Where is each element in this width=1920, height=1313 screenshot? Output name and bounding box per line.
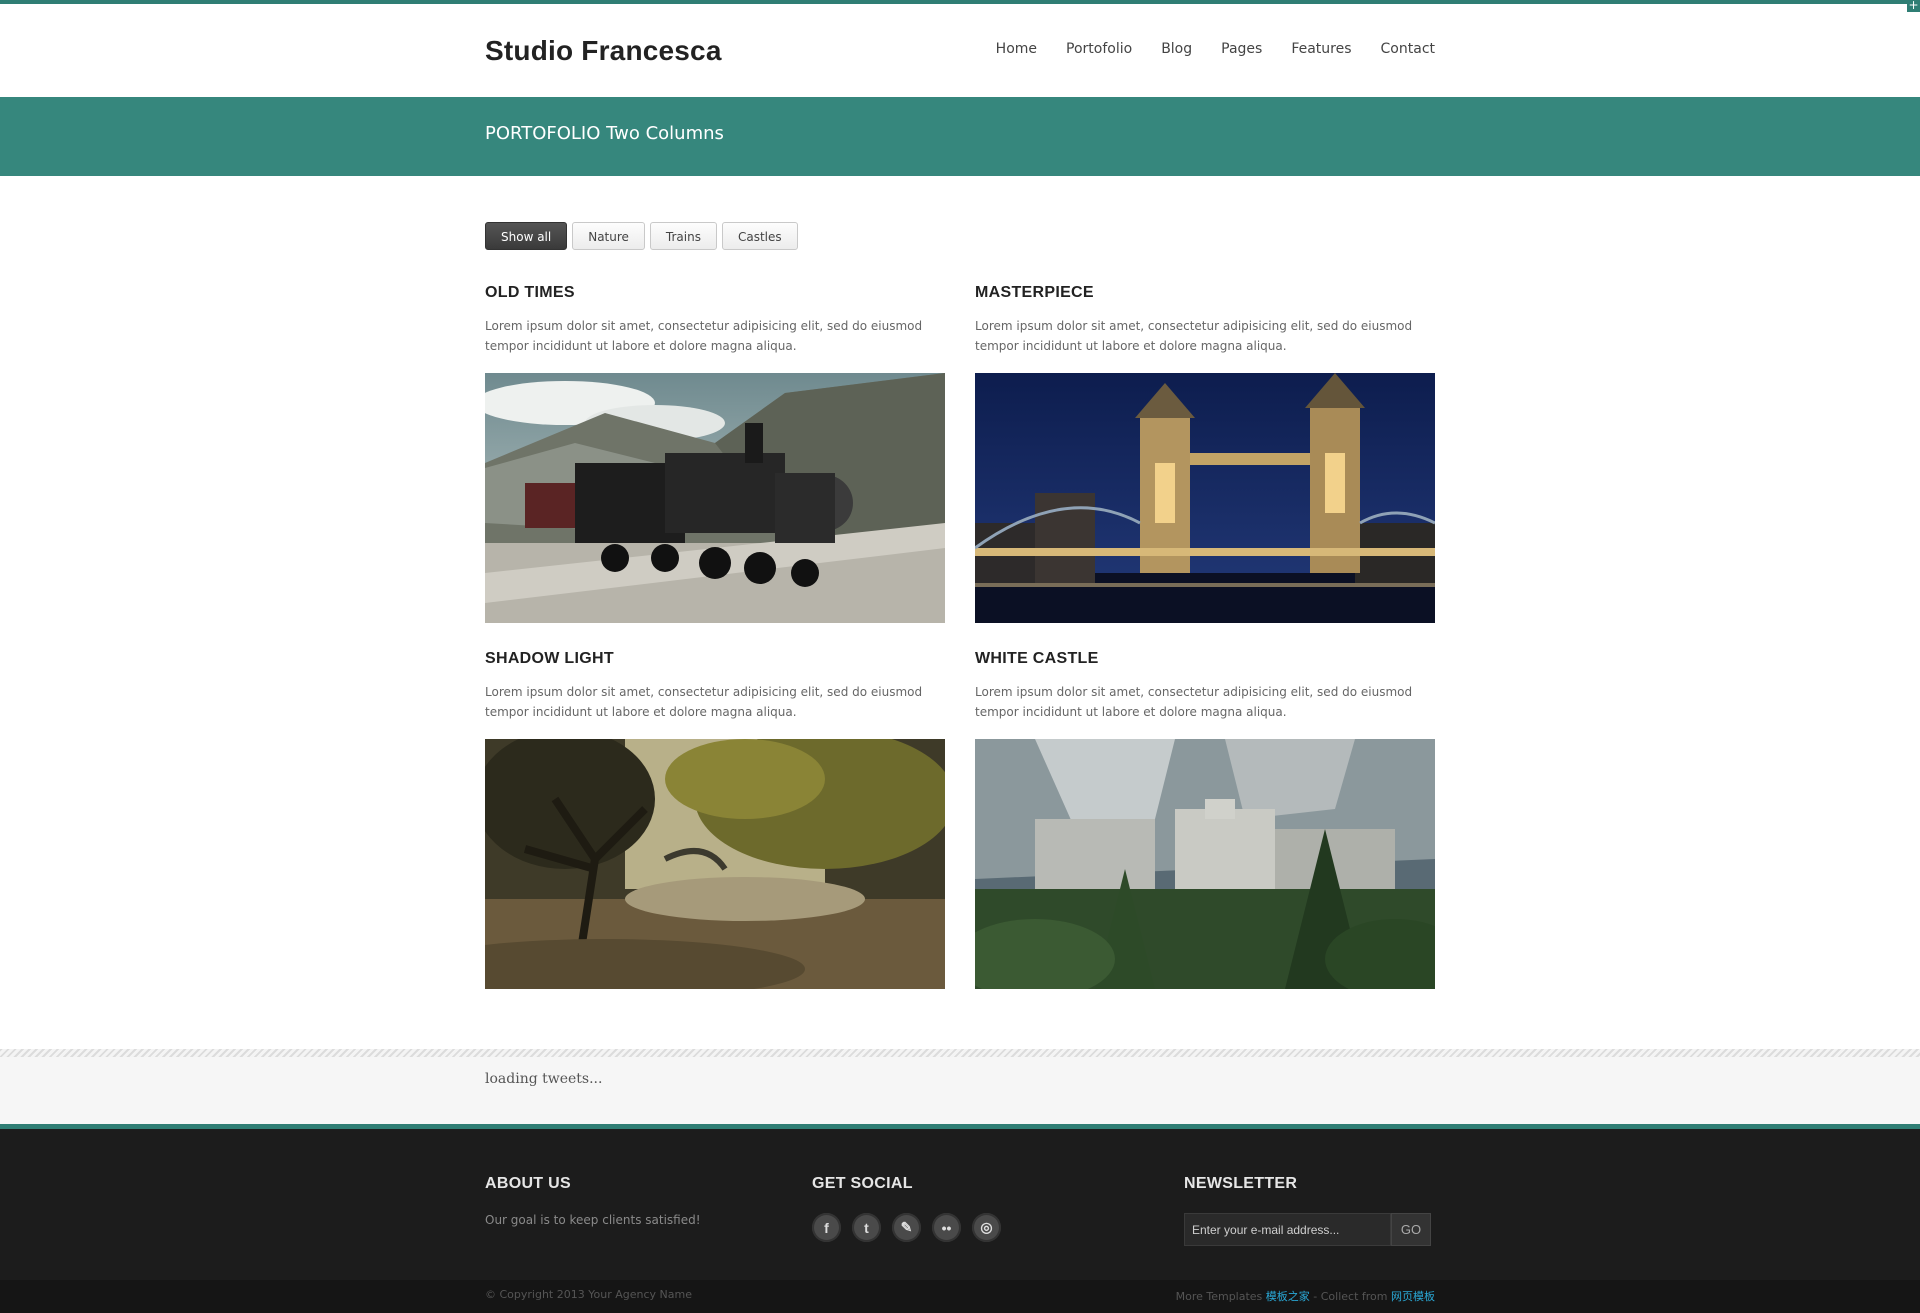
site-logo[interactable]: Studio Francesca [485,35,722,67]
copyright-text: © Copyright 2013 Your Agency Name [485,1288,692,1301]
credits-link-2[interactable]: 网页模板 [1391,1290,1435,1303]
item-description: Lorem ipsum dolor sit amet, consectetur … [485,685,923,719]
item-title[interactable]: SHADOW LIGHT [485,650,945,668]
main-nav: Home Portofolio Blog Pages Features Cont… [967,41,1435,57]
filter-trains[interactable]: Trains [649,222,717,250]
portfolio-item-masterpiece: MASTERPIECE Lorem ipsum dolor sit amet, … [975,284,1435,356]
filter-castles[interactable]: Castles [721,222,798,250]
email-field[interactable] [1184,1213,1391,1246]
site-footer: ABOUT US Our goal is to keep clients sat… [0,1124,1920,1280]
portfolio-item-old-times: OLD TIMES Lorem ipsum dolor sit amet, co… [485,284,945,356]
about-section: ABOUT US Our goal is to keep clients sat… [485,1175,701,1227]
subscribe-button[interactable]: GO [1391,1213,1431,1246]
credits-link-1[interactable]: 模板之家 [1266,1290,1310,1303]
item-description: Lorem ipsum dolor sit amet, consectetur … [485,319,923,353]
filter-show-all[interactable]: Show all [485,222,568,250]
dribbble-icon[interactable]: ◎ [972,1213,1001,1242]
nav-portofolio[interactable]: Portofolio [1066,41,1132,57]
about-heading: ABOUT US [485,1175,571,1192]
bridge-image[interactable] [975,373,1435,623]
nav-pages[interactable]: Pages [1221,41,1262,57]
page-banner: PORTOFOLIO Two Columns [0,97,1920,176]
item-title[interactable]: WHITE CASTLE [975,650,1435,668]
about-text: Our goal is to keep clients satisfied! [485,1213,701,1227]
site-header: Studio Francesca Home Portofolio Blog Pa… [485,4,1435,97]
castle-image[interactable] [975,739,1435,989]
nav-blog[interactable]: Blog [1161,41,1192,57]
credits-prefix: More Templates [1175,1290,1266,1303]
pen-icon[interactable]: ✎ [892,1213,921,1242]
nav-contact[interactable]: Contact [1381,41,1435,57]
item-title[interactable]: MASTERPIECE [975,284,1435,302]
portfolio-item-shadow-light: SHADOW LIGHT Lorem ipsum dolor sit amet,… [485,650,945,722]
newsletter-heading: NEWSLETTER [1184,1175,1298,1192]
social-icons: f t ✎ •• ◎ [812,1213,1012,1242]
hatch-divider [0,1049,1920,1057]
tweets-bar: loading tweets... [0,1049,1920,1124]
item-title[interactable]: OLD TIMES [485,284,945,302]
expand-icon[interactable]: + [1907,0,1920,12]
flickr-icon[interactable]: •• [932,1213,961,1242]
item-description: Lorem ipsum dolor sit amet, consectetur … [975,319,1413,353]
train-image[interactable] [485,373,945,623]
social-section: GET SOCIAL f t ✎ •• ◎ [812,1175,1012,1242]
portfolio-filters: Show all Nature Trains Castles [485,222,803,250]
nav-home[interactable]: Home [996,41,1037,57]
page-title: PORTOFOLIO Two Columns [485,123,724,144]
social-heading: GET SOCIAL [812,1175,913,1192]
item-description: Lorem ipsum dolor sit amet, consectetur … [975,685,1413,719]
tweets-status: loading tweets... [485,1071,603,1087]
credits-middle: - Collect from [1309,1290,1391,1303]
twitter-icon[interactable]: t [852,1213,881,1242]
bottom-bar: © Copyright 2013 Your Agency Name More T… [0,1280,1920,1313]
facebook-icon[interactable]: f [812,1213,841,1242]
filter-nature[interactable]: Nature [572,222,645,250]
newsletter-section: NEWSLETTER GO [1184,1175,1431,1246]
nav-features[interactable]: Features [1291,41,1351,57]
portfolio-item-white-castle: WHITE CASTLE Lorem ipsum dolor sit amet,… [975,650,1435,722]
credits: More Templates 模板之家 - Collect from 网页模板 [1176,1288,1435,1304]
newsletter-form: GO [1184,1213,1431,1246]
park-image[interactable] [485,739,945,989]
